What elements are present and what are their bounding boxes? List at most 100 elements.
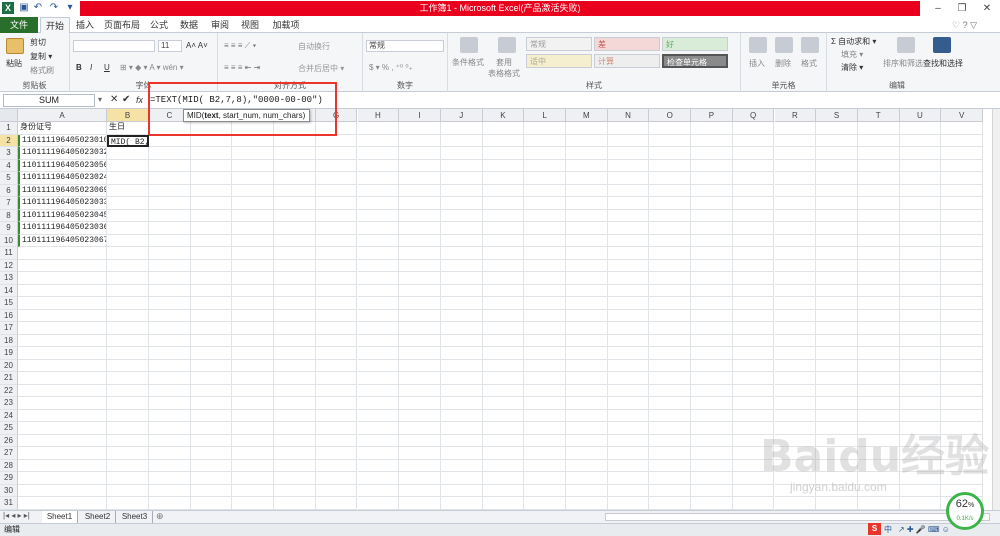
cell-u9[interactable]: [899, 222, 942, 235]
cell-q17[interactable]: [732, 322, 775, 335]
cell-g19[interactable]: [315, 347, 358, 360]
cell-k29[interactable]: [482, 472, 525, 485]
cell-l25[interactable]: [524, 422, 566, 435]
cell-r12[interactable]: [774, 259, 817, 272]
cell-v8[interactable]: [941, 209, 983, 222]
restore-icon[interactable]: ❐: [950, 0, 974, 17]
cell-p29[interactable]: [691, 472, 733, 485]
cell-f4[interactable]: [274, 159, 316, 172]
row-header-23[interactable]: 23: [0, 397, 18, 410]
cell-u8[interactable]: [899, 209, 942, 222]
cell-v6[interactable]: [941, 184, 983, 197]
cell-g31[interactable]: [315, 497, 358, 510]
row-header-9[interactable]: 9: [0, 222, 18, 235]
cell-l12[interactable]: [524, 259, 566, 272]
cell-j18[interactable]: [440, 334, 483, 347]
cell-q23[interactable]: [732, 397, 775, 410]
cell-f5[interactable]: [274, 172, 316, 185]
cell-a21[interactable]: [18, 372, 107, 385]
cell-j21[interactable]: [440, 372, 483, 385]
cell-p4[interactable]: [691, 159, 733, 172]
cell-l30[interactable]: [524, 484, 566, 497]
cell-e6[interactable]: [232, 184, 275, 197]
column-header-n[interactable]: N: [607, 109, 650, 122]
cell-e28[interactable]: [232, 459, 275, 472]
cell-d24[interactable]: [190, 409, 233, 422]
cell-u17[interactable]: [899, 322, 942, 335]
cell-m28[interactable]: [566, 459, 608, 472]
cell-p27[interactable]: [691, 447, 733, 460]
cell-t21[interactable]: [857, 372, 900, 385]
cell-v17[interactable]: [941, 322, 983, 335]
cell-u11[interactable]: [899, 247, 942, 260]
cell-a30[interactable]: [18, 484, 107, 497]
cell-d7[interactable]: [190, 197, 233, 210]
cell-l31[interactable]: [524, 497, 566, 510]
cell-f22[interactable]: [274, 384, 316, 397]
cell-k27[interactable]: [482, 447, 525, 460]
cell-p3[interactable]: [691, 147, 733, 160]
cell-l20[interactable]: [524, 359, 566, 372]
cell-c12[interactable]: [149, 259, 191, 272]
column-header-a[interactable]: A: [18, 109, 107, 122]
cell-b4[interactable]: [107, 159, 149, 172]
customize-toolbar-icon[interactable]: ▾: [64, 2, 76, 14]
cell-o26[interactable]: [649, 434, 692, 447]
cell-f18[interactable]: [274, 334, 316, 347]
cell-v7[interactable]: [941, 197, 983, 210]
cell-t6[interactable]: [857, 184, 900, 197]
column-header-t[interactable]: T: [857, 109, 900, 122]
cell-k26[interactable]: [482, 434, 525, 447]
cell-i10[interactable]: [399, 234, 441, 247]
cell-j30[interactable]: [440, 484, 483, 497]
cell-l27[interactable]: [524, 447, 566, 460]
cell-b2[interactable]: MID( B2,: [107, 134, 149, 147]
cell-l11[interactable]: [524, 247, 566, 260]
cell-f9[interactable]: [274, 222, 316, 235]
cell-s11[interactable]: [816, 247, 858, 260]
cell-p24[interactable]: [691, 409, 733, 422]
cell-l23[interactable]: [524, 397, 566, 410]
help-icon[interactable]: ♡ ? ▽: [952, 20, 977, 31]
cell-d15[interactable]: [190, 297, 233, 310]
cell-i5[interactable]: [399, 172, 441, 185]
cell-i20[interactable]: [399, 359, 441, 372]
cell-l29[interactable]: [524, 472, 566, 485]
cell-h4[interactable]: [357, 159, 400, 172]
sort-filter-button[interactable]: 排序和筛选: [883, 58, 923, 69]
cell-o13[interactable]: [649, 272, 692, 285]
sheet-tab-1[interactable]: Sheet1: [42, 511, 78, 523]
number-format-select[interactable]: 常规: [366, 40, 444, 52]
cell-o12[interactable]: [649, 259, 692, 272]
cell-e16[interactable]: [232, 309, 275, 322]
cell-s19[interactable]: [816, 347, 858, 360]
cell-r10[interactable]: [774, 234, 817, 247]
cell-q18[interactable]: [732, 334, 775, 347]
cell-o11[interactable]: [649, 247, 692, 260]
cell-k20[interactable]: [482, 359, 525, 372]
cell-s10[interactable]: [816, 234, 858, 247]
cell-j28[interactable]: [440, 459, 483, 472]
horizontal-scrollbar[interactable]: [605, 513, 990, 521]
cell-s15[interactable]: [816, 297, 858, 310]
cell-t10[interactable]: [857, 234, 900, 247]
cell-o19[interactable]: [649, 347, 692, 360]
cell-j11[interactable]: [440, 247, 483, 260]
cell-g3[interactable]: [315, 147, 358, 160]
cell-l9[interactable]: [524, 222, 566, 235]
cell-i28[interactable]: [399, 459, 441, 472]
cell-a2[interactable]: 110111196405023010: [18, 134, 107, 147]
cell-j20[interactable]: [440, 359, 483, 372]
cell-c22[interactable]: [149, 384, 191, 397]
cell-p16[interactable]: [691, 309, 733, 322]
cell-b9[interactable]: [107, 222, 149, 235]
cell-h11[interactable]: [357, 247, 400, 260]
cell-b5[interactable]: [107, 172, 149, 185]
cell-v2[interactable]: [941, 134, 983, 147]
cell-c8[interactable]: [149, 209, 191, 222]
find-select-button[interactable]: 查找和选择: [923, 58, 963, 69]
cell-q12[interactable]: [732, 259, 775, 272]
minimize-icon[interactable]: –: [926, 0, 950, 17]
cell-i9[interactable]: [399, 222, 441, 235]
cell-i17[interactable]: [399, 322, 441, 335]
